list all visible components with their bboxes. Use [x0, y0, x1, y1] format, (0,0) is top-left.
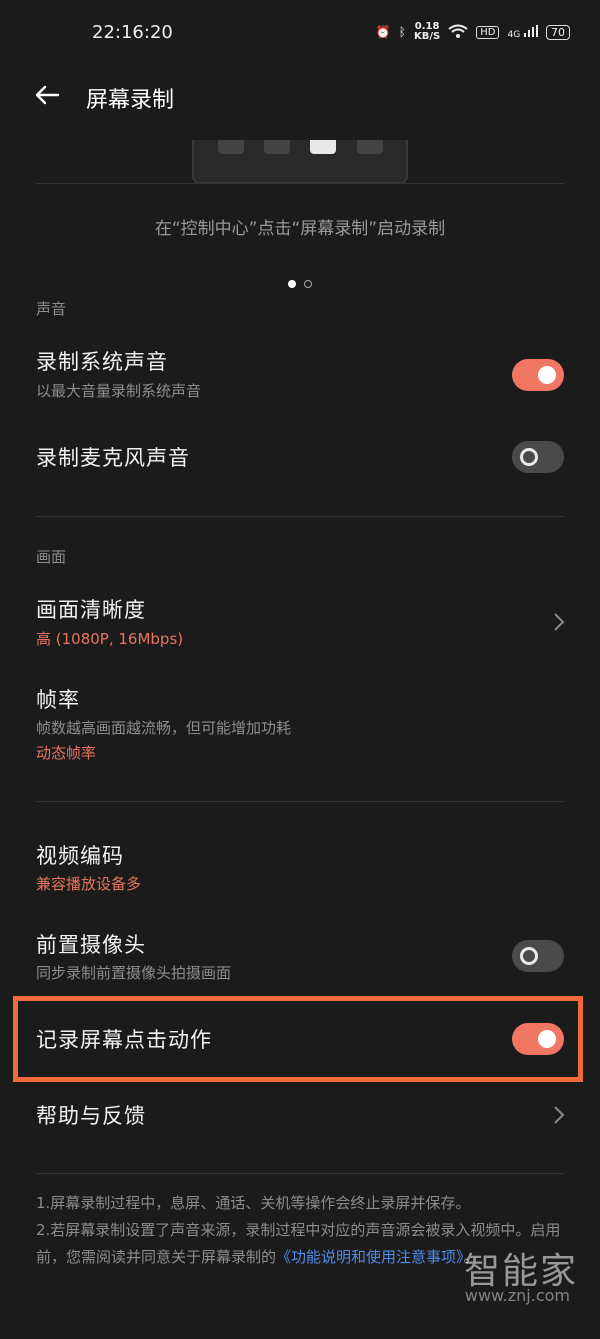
touch-actions-toggle[interactable]: [512, 1023, 564, 1055]
resolution-label[interactable]: 画面清晰度: [36, 594, 146, 624]
front-camera-label: 前置摄像头: [36, 933, 146, 957]
battery-icon: 70: [546, 24, 570, 40]
preview-tile: [218, 140, 244, 154]
chevron-right-icon[interactable]: [552, 611, 566, 633]
section-sound: 声音: [36, 300, 67, 318]
help-feedback-label[interactable]: 帮助与反馈: [36, 1100, 146, 1130]
bluetooth-icon: ᛒ: [398, 25, 406, 39]
preview-tile: [264, 140, 290, 154]
system-audio-sub: 以最大音量录制系统声音: [36, 382, 202, 400]
codec-value: 兼容播放设备多: [36, 875, 142, 893]
toggle-knob: [538, 366, 556, 384]
frame-rate-label[interactable]: 帧率: [36, 684, 80, 714]
preview-hint: 在“控制中心”点击“屏幕录制”启动录制: [154, 219, 446, 239]
page-indicator: [0, 280, 600, 288]
back-arrow-icon: [35, 85, 60, 105]
resolution-value: 高 (1080P, 16Mbps): [36, 630, 184, 648]
codec-label[interactable]: 视频编码: [36, 840, 124, 870]
chevron-right-icon[interactable]: [552, 1104, 566, 1126]
toggle-knob: [520, 947, 538, 965]
section-picture: 画面: [36, 548, 67, 566]
system-audio-toggle[interactable]: [512, 359, 564, 391]
net-speed-unit: KB/S: [414, 31, 441, 42]
back-button[interactable]: [32, 80, 62, 110]
wifi-icon: [448, 24, 468, 41]
toggle-knob: [520, 448, 538, 466]
watermark-site: www.znj.com: [464, 1286, 570, 1305]
toggle-knob: [538, 1030, 556, 1048]
preview-tile: [357, 140, 383, 154]
preview-tile-screen-record: [310, 140, 336, 154]
system-audio-label: 录制系统声音: [36, 350, 168, 374]
hd-badge: HD: [476, 25, 500, 39]
divider: [36, 516, 564, 517]
frame-rate-value: 动态帧率: [36, 744, 97, 762]
status-icons: ⏰ ᛒ 0.18 KB/S HD 4G 70: [376, 22, 570, 42]
note-line-1: 1.屏幕录制过程中，息屏、通话、关机等操作会终止录屏并保存。: [36, 1194, 471, 1212]
page-dot[interactable]: [304, 280, 312, 288]
signal-label: 4G: [507, 29, 521, 40]
page-dot-active[interactable]: [288, 280, 296, 288]
status-time: 22:16:20: [92, 22, 173, 43]
alarm-icon: ⏰: [375, 25, 391, 39]
signal-icon: 4G: [507, 24, 538, 40]
touch-actions-label: 记录屏幕点击动作: [36, 1028, 212, 1052]
front-camera-toggle[interactable]: [512, 940, 564, 972]
terms-link[interactable]: 《功能说明和使用注意事项》: [276, 1248, 464, 1266]
divider: [36, 801, 564, 802]
divider: [36, 1173, 564, 1174]
mic-audio-label: 录制麦克风声音: [36, 446, 190, 470]
front-camera-sub: 同步录制前置摄像头拍摄画面: [36, 964, 232, 982]
frame-rate-sub: 帧数越高画面越流畅，但可能增加功耗: [36, 719, 292, 737]
net-speed: 0.18 KB/S: [414, 22, 440, 42]
page-title: 屏幕录制: [86, 88, 175, 113]
mic-audio-toggle[interactable]: [512, 441, 564, 473]
divider: [36, 183, 564, 184]
